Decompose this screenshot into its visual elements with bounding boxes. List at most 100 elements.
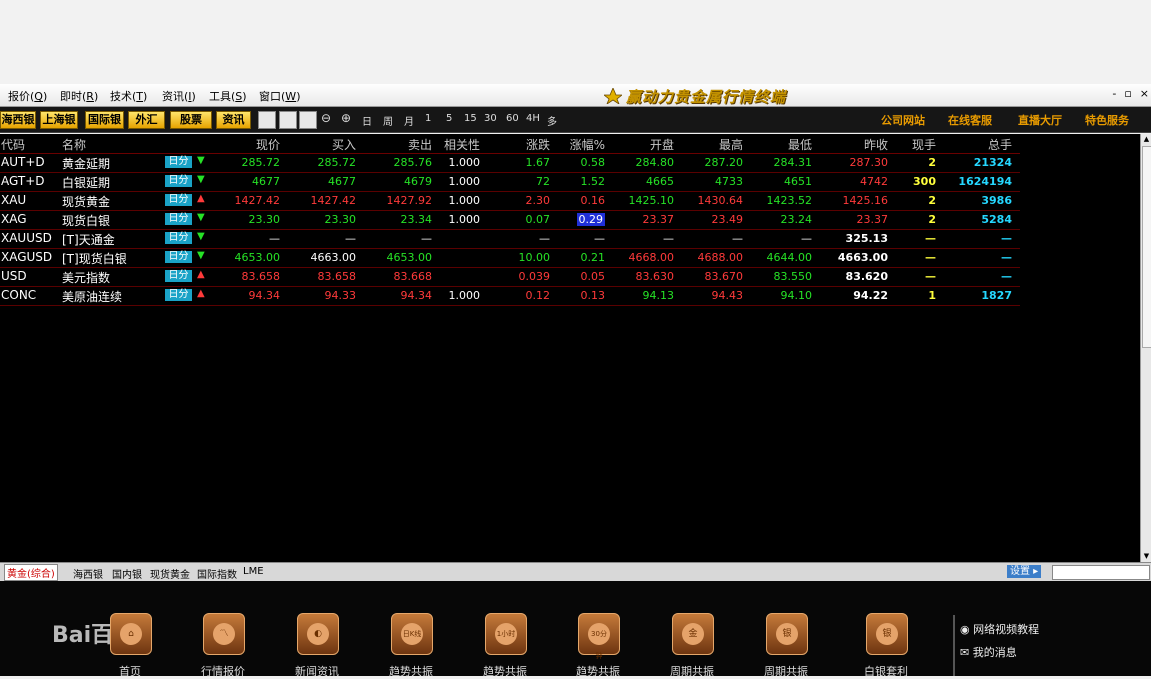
- column-header-sell[interactable]: 卖出: [408, 136, 432, 153]
- table-row[interactable]: AGT+D 白银延期 4677 4677 4679 1.000 72 1.52 4665 4733…: [0, 172, 1020, 192]
- my-messages-link[interactable]: ✉ 我的消息: [960, 644, 1017, 660]
- draw-pen-icon[interactable]: [299, 111, 317, 129]
- menu-r[interactable]: 即时(R): [60, 88, 98, 104]
- table-row[interactable]: CONC 美原油连续 94.34 94.33 94.34 1.000 0.12 0.13 94.…: [0, 286, 1020, 306]
- nav-icon-0[interactable]: ⌂: [110, 613, 152, 655]
- tab-5[interactable]: LME: [243, 566, 264, 577]
- period-9[interactable]: 多: [547, 113, 557, 128]
- period-8[interactable]: 4H: [526, 113, 540, 124]
- table-row[interactable]: XAGUSD [T]现货白银 4653.00 4663.00 4653.00 10.00 0…: [0, 248, 1020, 268]
- nav-label-2[interactable]: 新闻资讯: [282, 663, 352, 679]
- nav-label-4[interactable]: 趋势共振: [470, 663, 540, 679]
- intraday-tag[interactable]: 日分: [165, 213, 192, 225]
- toolbar-button-1[interactable]: 上海银: [40, 111, 78, 129]
- period-0[interactable]: 日: [362, 113, 372, 128]
- column-header-chg[interactable]: 涨跌: [526, 136, 550, 153]
- nav-label-6[interactable]: 周期共振: [657, 663, 727, 679]
- nav-label-1[interactable]: 行情报价: [188, 663, 258, 679]
- nav-label-0[interactable]: 首页: [95, 663, 165, 679]
- period-7[interactable]: 60: [506, 113, 519, 124]
- toolbar-button-3[interactable]: 外汇: [128, 111, 165, 129]
- intraday-tag[interactable]: 日分: [165, 194, 192, 206]
- nav-icon-8[interactable]: 银: [866, 613, 908, 655]
- period-3[interactable]: 1: [425, 113, 431, 124]
- tab-2[interactable]: 国内银: [112, 566, 142, 581]
- nav-icon-2[interactable]: ◐: [297, 613, 339, 655]
- close-icon[interactable]: ×: [1140, 87, 1149, 100]
- menu-q[interactable]: 报价(Q): [8, 88, 47, 104]
- nav-label-5[interactable]: 趋势共振: [563, 663, 633, 679]
- scroll-thumb[interactable]: [1142, 146, 1151, 348]
- nav-icon-6[interactable]: 金: [672, 613, 714, 655]
- intraday-tag[interactable]: 日分: [165, 232, 192, 244]
- scroll-down-icon[interactable]: ▼: [1142, 552, 1151, 561]
- menu-s[interactable]: 工具(S): [209, 88, 247, 104]
- intraday-tag[interactable]: 日分: [165, 270, 192, 282]
- nav-label-3[interactable]: 趋势共振: [376, 663, 446, 679]
- minimize-icon[interactable]: -: [1112, 87, 1116, 100]
- toolbar-button-4[interactable]: 股票: [170, 111, 212, 129]
- cell-high: 1430.64: [697, 194, 744, 207]
- nav-icon-4[interactable]: 1小时: [485, 613, 527, 655]
- column-header-buy[interactable]: 买入: [332, 136, 356, 153]
- toolbar-button-0[interactable]: 海西银: [0, 111, 36, 129]
- period-1[interactable]: 周: [383, 113, 393, 128]
- column-header-vol[interactable]: 现手: [912, 136, 936, 153]
- toolbar-button-5[interactable]: 资讯: [216, 111, 251, 129]
- column-header-open[interactable]: 开盘: [650, 136, 674, 153]
- zoom-out-icon[interactable]: ⊖: [321, 111, 331, 125]
- table-row[interactable]: USD 美元指数 83.658 83.658 83.668 0.039 0.05 83.630…: [0, 267, 1020, 287]
- intraday-tag[interactable]: 日分: [165, 289, 192, 301]
- table-row[interactable]: XAUUSD [T]天通金 — — — — — — — — 325.13 — — 日分 ▼: [0, 229, 1020, 249]
- tab-1[interactable]: 海西银: [73, 566, 103, 581]
- toolbar-link-1[interactable]: 在线客服: [948, 112, 992, 128]
- intraday-tag[interactable]: 日分: [165, 251, 192, 263]
- table-row[interactable]: XAU 现货黄金 1427.42 1427.42 1427.92 1.000 2.30 0.1…: [0, 191, 1020, 211]
- period-4[interactable]: 5: [446, 113, 452, 124]
- intraday-tag[interactable]: 日分: [165, 156, 192, 168]
- column-header-total[interactable]: 总手: [988, 136, 1012, 153]
- cell-total: 21324: [973, 156, 1012, 169]
- toolbar-link-2[interactable]: 直播大厅: [1018, 112, 1062, 128]
- period-6[interactable]: 30: [484, 113, 497, 124]
- intraday-tag[interactable]: 日分: [165, 175, 192, 187]
- scroll-up-icon[interactable]: ▲: [1142, 135, 1151, 144]
- tab-0[interactable]: 黄金(综合): [4, 564, 58, 581]
- toolbar-button-2[interactable]: 国际银: [85, 111, 124, 129]
- period-2[interactable]: 月: [404, 113, 414, 128]
- tab-4[interactable]: 国际指数: [197, 566, 237, 581]
- toolbar-link-0[interactable]: 公司网站: [881, 112, 925, 128]
- cell-buy: —: [345, 232, 356, 245]
- nav-icon-3[interactable]: 日K线: [391, 613, 433, 655]
- column-header-corr[interactable]: 相关性: [444, 136, 480, 153]
- restore-icon[interactable]: ▫: [1124, 87, 1131, 100]
- column-header-prev[interactable]: 昨收: [864, 136, 888, 153]
- line-chart-icon[interactable]: [258, 111, 276, 129]
- horizontal-scrollbar[interactable]: [1052, 565, 1150, 580]
- table-row[interactable]: AUT+D 黄金延期 285.72 285.72 285.76 1.000 1.67 0.58…: [0, 153, 1020, 173]
- nav-icon-1[interactable]: 〽: [203, 613, 245, 655]
- column-header-name[interactable]: 名称: [62, 136, 86, 153]
- menu-t[interactable]: 技术(T): [110, 88, 147, 104]
- column-header-high[interactable]: 最高: [719, 136, 743, 153]
- menu-i[interactable]: 资讯(I): [162, 88, 196, 104]
- column-header-low[interactable]: 最低: [788, 136, 812, 153]
- vertical-scrollbar[interactable]: ▲ ▼: [1140, 134, 1151, 562]
- column-header-pct[interactable]: 涨幅%: [570, 136, 605, 153]
- nav-icon-7[interactable]: 银: [766, 613, 808, 655]
- nav-icon-5[interactable]: 30分钟: [578, 613, 620, 660]
- tab-3[interactable]: 现货黄金: [150, 566, 190, 581]
- candle-chart-icon[interactable]: [279, 111, 297, 129]
- zoom-in-icon[interactable]: ⊕: [341, 111, 351, 125]
- table-row[interactable]: XAG 现货白银 23.30 23.30 23.34 1.000 0.07 0.29 23.37…: [0, 210, 1020, 230]
- period-5[interactable]: 15: [464, 113, 477, 124]
- nav-label-7[interactable]: 周期共振: [751, 663, 821, 679]
- column-header-price[interactable]: 现价: [256, 136, 280, 153]
- settings-button[interactable]: 设置 ▸: [1007, 565, 1042, 578]
- video-tutorial-link[interactable]: ◉ 网络视频教程: [960, 621, 1039, 637]
- toolbar-link-3[interactable]: 特色服务: [1085, 112, 1129, 128]
- column-header-code[interactable]: 代码: [1, 136, 25, 153]
- nav-label-8[interactable]: 白银套利: [851, 663, 921, 679]
- menu-w[interactable]: 窗口(W): [259, 88, 300, 104]
- cell-buy: 94.33: [324, 289, 357, 302]
